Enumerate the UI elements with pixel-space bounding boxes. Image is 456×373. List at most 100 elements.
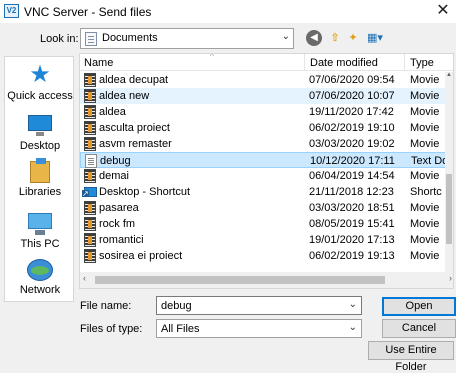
- file-date-cell: 19/01/2020 17:13: [309, 234, 395, 246]
- file-date-cell: 10/12/2020 17:11: [310, 155, 395, 167]
- file-name-cell: rock fm: [99, 218, 136, 230]
- vnc-app-icon: V2: [4, 4, 19, 18]
- scroll-left-icon[interactable]: ‹: [83, 273, 86, 283]
- file-type-cell: Text Do: [411, 155, 448, 167]
- place-this-pc[interactable]: This PC: [5, 209, 75, 250]
- file-row[interactable]: aldea 19/11/2020 17:42 Movie: [80, 104, 447, 120]
- file-name-cell: Desktop - Shortcut: [99, 186, 191, 198]
- place-label: Desktop: [19, 140, 61, 152]
- new-folder-icon[interactable]: ✦: [345, 30, 361, 46]
- scroll-thumb[interactable]: [446, 174, 452, 244]
- chevron-down-icon[interactable]: ⌄: [349, 322, 357, 333]
- file-date-cell: 06/02/2019 19:13: [309, 250, 395, 262]
- file-type-cell: Movie: [410, 234, 440, 246]
- place-quick-access[interactable]: ★ Quick access: [5, 63, 75, 103]
- file-type-cell: Movie: [410, 202, 440, 214]
- scroll-right-icon[interactable]: ›: [449, 273, 452, 283]
- file-row[interactable]: rock fm 08/05/2019 15:41 Movie: [80, 216, 447, 232]
- file-row[interactable]: romantici 19/01/2020 17:13 Movie: [80, 232, 447, 248]
- desktop-icon: [28, 115, 52, 136]
- file-row[interactable]: aldea new 07/06/2020 10:07 Movie: [80, 88, 447, 104]
- network-icon: [27, 259, 53, 281]
- file-name-cell: romantici: [99, 234, 144, 246]
- file-date-cell: 08/05/2019 15:41: [309, 218, 395, 230]
- close-button[interactable]: ✕: [430, 0, 456, 23]
- movie-file-icon: [84, 73, 96, 87]
- movie-file-icon: [84, 169, 96, 183]
- column-divider[interactable]: [304, 54, 305, 70]
- file-date-cell: 03/03/2020 18:51: [309, 202, 395, 214]
- title-bar: V2 VNC Server - Send files ✕: [0, 0, 456, 23]
- file-name-cell: pasarea: [99, 202, 139, 214]
- file-date-cell: 19/11/2020 17:42: [309, 106, 394, 118]
- place-network[interactable]: Network: [5, 259, 75, 296]
- cancel-button[interactable]: Cancel: [382, 319, 456, 338]
- view-menu-icon[interactable]: ▦▾: [364, 30, 386, 46]
- place-label: Network: [19, 284, 61, 296]
- window-title: VNC Server - Send files: [24, 5, 152, 19]
- movie-file-icon: [84, 105, 96, 119]
- place-label: Quick access: [7, 90, 73, 102]
- vertical-scrollbar[interactable]: ▲: [445, 72, 453, 273]
- file-type-cell: Movie: [410, 138, 440, 150]
- look-in-label: Look in:: [40, 33, 79, 45]
- file-name-cell: debug: [100, 155, 131, 167]
- libraries-icon: [30, 158, 50, 183]
- column-divider[interactable]: [404, 54, 405, 70]
- movie-file-icon: [84, 201, 96, 215]
- file-type-cell: Movie: [410, 106, 440, 118]
- file-row[interactable]: pasarea 03/03/2020 18:51 Movie: [80, 200, 447, 216]
- file-type-cell: Movie: [410, 122, 440, 134]
- file-row[interactable]: asvm remaster 03/03/2020 19:02 Movie: [80, 136, 447, 152]
- look-in-dropdown[interactable]: Documents ⌄: [80, 28, 294, 49]
- file-type-label: Files of type:: [80, 323, 143, 335]
- file-row[interactable]: debug 10/12/2020 17:11 Text Do: [80, 152, 448, 168]
- column-header-name[interactable]: Name: [84, 57, 113, 69]
- column-header-date[interactable]: Date modified: [310, 57, 378, 69]
- use-entire-folder-button[interactable]: Use Entire Folder: [368, 341, 454, 373]
- chevron-down-icon[interactable]: ⌄: [349, 299, 357, 310]
- file-name-cell: aldea new: [99, 90, 150, 102]
- back-arrow-icon[interactable]: ◀: [306, 30, 322, 46]
- column-header-type[interactable]: Type: [410, 57, 434, 69]
- movie-file-icon: [84, 217, 96, 231]
- file-name-cell: asvm remaster: [99, 138, 172, 150]
- sort-ascending-icon: ^: [210, 53, 214, 61]
- file-list[interactable]: ^ Name Date modified Type aldea decupat 0…: [79, 53, 454, 289]
- horizontal-scrollbar[interactable]: ‹ ›: [80, 272, 453, 288]
- look-in-value: Documents: [102, 32, 158, 44]
- file-type-cell: Movie: [410, 250, 440, 262]
- file-date-cell: 06/02/2019 19:10: [309, 122, 395, 134]
- places-bar: ★ Quick access Desktop Libraries This PC…: [4, 56, 74, 302]
- file-row[interactable]: asculta proiect 06/02/2019 19:10 Movie: [80, 120, 447, 136]
- file-date-cell: 07/06/2020 10:07: [309, 90, 395, 102]
- file-name-field[interactable]: debug ⌄: [156, 296, 362, 315]
- file-row[interactable]: Desktop - Shortcut 21/11/2018 12:23 Shortc: [80, 184, 447, 200]
- this-pc-icon: [28, 213, 52, 235]
- file-type-value: All Files: [161, 323, 200, 335]
- file-row[interactable]: aldea decupat 07/06/2020 09:54 Movie: [80, 72, 447, 88]
- file-type-cell: Movie: [410, 74, 440, 86]
- place-label: This PC: [20, 238, 60, 250]
- text-file-icon: [85, 154, 97, 168]
- file-row[interactable]: sosirea ei proiect 06/02/2019 19:13 Movie: [80, 248, 447, 264]
- file-type-dropdown[interactable]: All Files ⌄: [156, 319, 362, 338]
- file-name-cell: aldea decupat: [99, 74, 169, 86]
- movie-file-icon: [84, 89, 96, 103]
- open-button[interactable]: Open: [382, 297, 456, 316]
- file-date-cell: 03/03/2020 19:02: [309, 138, 395, 150]
- up-folder-icon[interactable]: ⇧: [327, 30, 343, 46]
- place-libraries[interactable]: Libraries: [5, 158, 75, 198]
- movie-file-icon: [84, 121, 96, 135]
- documents-folder-icon: [85, 32, 97, 46]
- scroll-thumb[interactable]: [95, 276, 385, 284]
- file-row[interactable]: demai 06/04/2019 14:54 Movie: [80, 168, 447, 184]
- place-desktop[interactable]: Desktop: [5, 111, 75, 152]
- file-type-cell: Shortc: [410, 186, 442, 198]
- chevron-down-icon[interactable]: ⌄: [282, 31, 290, 42]
- shortcut-file-icon: [82, 187, 97, 197]
- file-name-cell: asculta proiect: [99, 122, 170, 134]
- file-name-cell: demai: [99, 170, 129, 182]
- file-date-cell: 06/04/2019 14:54: [309, 170, 395, 182]
- scroll-up-icon[interactable]: ▲: [445, 72, 453, 78]
